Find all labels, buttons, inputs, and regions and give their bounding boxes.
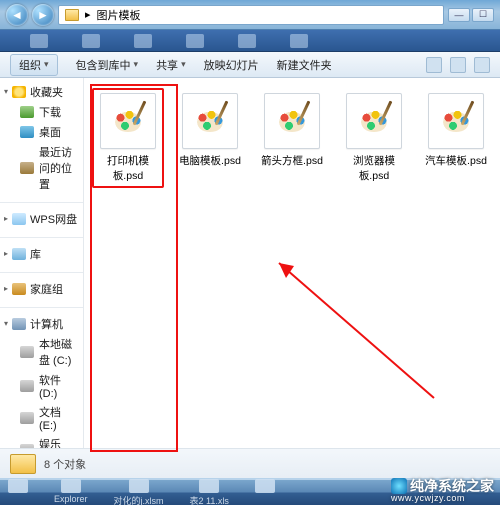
taskbar-item-icon	[8, 479, 28, 493]
sidebar-item-label: 文档 (E:)	[39, 404, 79, 432]
drive-icon	[20, 412, 34, 424]
library-icon	[12, 248, 26, 260]
file-item[interactable]: 浏览器模板.psd	[338, 88, 410, 188]
taskbar-item[interactable]	[8, 479, 28, 507]
sidebar-item-label: WPS网盘	[30, 211, 77, 227]
drive-icon	[20, 346, 34, 358]
file-item[interactable]: 电脑模板.psd	[174, 88, 246, 173]
sidebar-item-label: 桌面	[39, 124, 61, 140]
sidebar-item-label: 软件 (D:)	[39, 372, 79, 400]
file-item[interactable]: 打印机模板.psd	[92, 88, 164, 188]
sidebar-item-drive-f[interactable]: 娱乐 (F:)	[0, 434, 83, 448]
file-name-label: 浏览器模板.psd	[341, 153, 407, 183]
status-count: 8 个对象	[44, 456, 86, 472]
new-folder-button[interactable]: 新建文件夹	[277, 57, 332, 73]
file-name-label: 打印机模板.psd	[95, 153, 161, 183]
taskbar-item[interactable]: 表2 11.xls	[190, 479, 229, 507]
navigation-sidebar: ▾ 收藏夹 下载 桌面 最近访问的位置 ▸ WPS网盘	[0, 78, 84, 448]
sidebar-item-label: 家庭组	[30, 281, 63, 297]
sidebar-item-recent[interactable]: 最近访问的位置	[0, 142, 83, 194]
desktop-taskbar: Explorer 对化的j.xlsm 表2 11.xls 纯净系统之家 www.yc…	[0, 478, 500, 505]
watermark-logo-icon	[391, 478, 407, 494]
desktop-icon	[20, 126, 34, 138]
homegroup-icon	[12, 283, 26, 295]
sidebar-item-favorites[interactable]: ▾ 收藏夹	[0, 82, 83, 102]
address-bar[interactable]: ▸ 图片模板	[58, 5, 444, 25]
sidebar-item-label: 收藏夹	[30, 84, 63, 100]
sidebar-item-label: 本地磁盘 (C:)	[39, 336, 79, 368]
folder-icon	[65, 9, 79, 21]
folder-icon	[10, 454, 36, 474]
sidebar-item-desktop[interactable]: 桌面	[0, 122, 83, 142]
taskbar-item-icon	[199, 479, 219, 493]
file-thumbnail	[428, 93, 484, 149]
background-taskbar-peek	[0, 30, 500, 52]
file-item[interactable]: 汽车模板.psd	[420, 88, 492, 173]
help-button[interactable]	[474, 57, 490, 73]
slideshow-button[interactable]: 放映幻灯片	[204, 57, 259, 73]
organize-menu[interactable]: 组织	[10, 54, 58, 76]
drive-icon	[20, 444, 34, 448]
include-in-library-menu[interactable]: 包含到库中	[76, 57, 139, 73]
sidebar-item-label: 最近访问的位置	[39, 144, 79, 192]
download-icon	[20, 106, 34, 118]
sidebar-item-label: 娱乐 (F:)	[39, 436, 79, 448]
sidebar-item-downloads[interactable]: 下载	[0, 102, 83, 122]
file-name-label: 汽车模板.psd	[425, 153, 487, 168]
computer-icon	[12, 318, 26, 330]
file-name-label: 箭头方框.psd	[261, 153, 323, 168]
taskbar-item-icon	[129, 479, 149, 493]
breadcrumb-current[interactable]: 图片模板	[97, 7, 141, 23]
star-icon	[12, 86, 26, 98]
sidebar-item-drive-e[interactable]: 文档 (E:)	[0, 402, 83, 434]
sidebar-item-homegroup[interactable]: ▸ 家庭组	[0, 279, 83, 299]
window-controls: — ☐	[448, 8, 494, 22]
share-menu[interactable]: 共享	[156, 57, 186, 73]
file-name-label: 电脑模板.psd	[179, 153, 241, 168]
file-list-pane[interactable]: 打印机模板.psd 电脑模板.psd 箭头方框.psd 浏览器模板.psd 汽车模板.p…	[84, 78, 500, 448]
taskbar-item[interactable]	[255, 479, 275, 507]
view-options-button[interactable]	[426, 57, 442, 73]
preview-pane-button[interactable]	[450, 57, 466, 73]
file-thumbnail	[182, 93, 238, 149]
sidebar-item-label: 计算机	[30, 316, 63, 332]
sidebar-item-drive-d[interactable]: 软件 (D:)	[0, 370, 83, 402]
watermark: 纯净系统之家 www.ycwjzy.com	[391, 478, 494, 503]
explorer-toolbar: 组织 包含到库中 共享 放映幻灯片 新建文件夹	[0, 52, 500, 78]
minimize-button[interactable]: —	[448, 8, 470, 22]
file-thumbnail	[264, 93, 320, 149]
taskbar-item-icon	[61, 479, 81, 493]
sidebar-item-label: 下载	[39, 104, 61, 120]
file-thumbnail	[100, 93, 156, 149]
taskbar-item-icon	[255, 479, 275, 493]
sidebar-item-libraries[interactable]: ▸ 库	[0, 244, 83, 264]
file-item[interactable]: 箭头方框.psd	[256, 88, 328, 173]
sidebar-group-favorites: ▾ 收藏夹 下载 桌面 最近访问的位置	[0, 78, 83, 200]
window-titlebar: ◄ ► ▸ 图片模板 — ☐	[0, 0, 500, 30]
sidebar-item-computer[interactable]: ▾ 计算机	[0, 314, 83, 334]
recent-icon	[20, 162, 34, 174]
sidebar-item-wps-cloud[interactable]: ▸ WPS网盘	[0, 209, 83, 229]
cloud-icon	[12, 213, 26, 225]
maximize-button[interactable]: ☐	[472, 8, 494, 22]
breadcrumb-sep: ▸	[85, 8, 91, 21]
file-thumbnail	[346, 93, 402, 149]
nav-back-button[interactable]: ◄	[6, 4, 28, 26]
sidebar-item-drive-c[interactable]: 本地磁盘 (C:)	[0, 334, 83, 370]
taskbar-item-label: Explorer	[54, 494, 88, 504]
sidebar-item-label: 库	[30, 246, 41, 262]
drive-icon	[20, 380, 34, 392]
nav-forward-button[interactable]: ►	[32, 4, 54, 26]
status-bar: 8 个对象	[0, 448, 500, 478]
taskbar-item[interactable]: 对化的j.xlsm	[114, 479, 164, 507]
annotation-arrow	[264, 248, 464, 423]
taskbar-item[interactable]: Explorer	[54, 479, 88, 507]
